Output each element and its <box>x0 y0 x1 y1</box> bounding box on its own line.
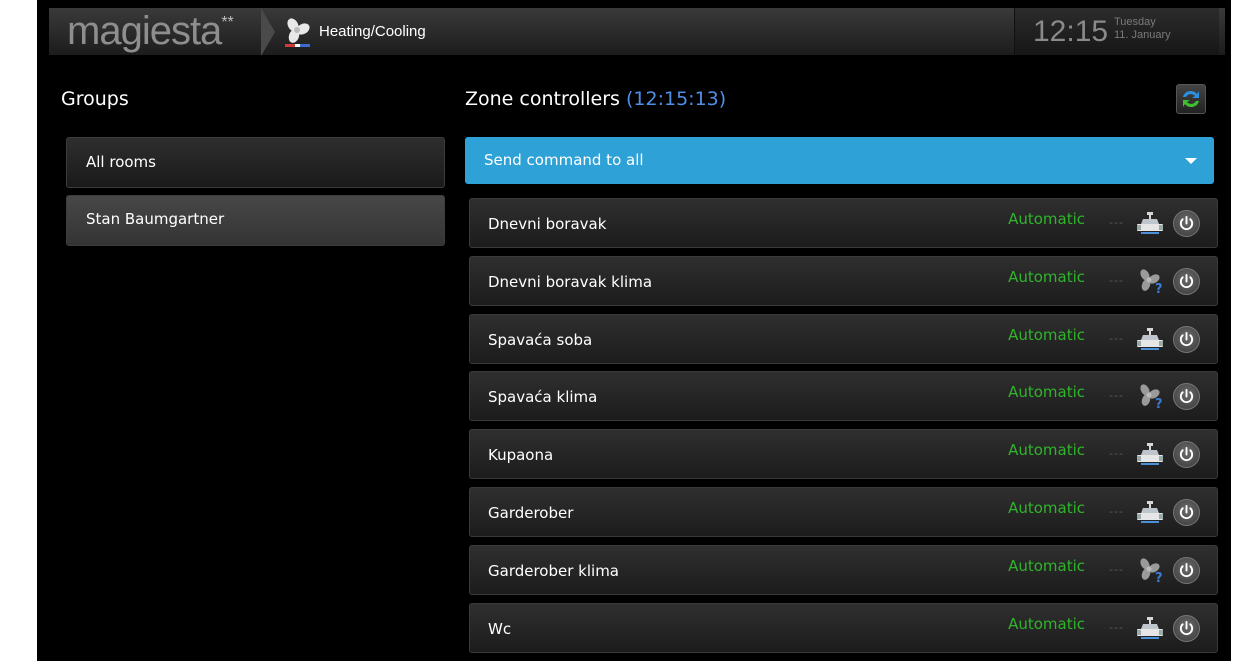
zone-row[interactable]: Spavaća soba Automatic --- <box>469 313 1218 364</box>
zone-row[interactable]: Garderober klima Automatic ---? <box>469 544 1218 595</box>
group-item-all-rooms[interactable]: All rooms <box>66 137 445 188</box>
svg-text:?: ? <box>1155 397 1163 409</box>
logo-text: magiesta <box>67 9 222 53</box>
zone-name: Spavaća klima <box>488 388 598 407</box>
power-button[interactable] <box>1173 210 1200 237</box>
zone-value-placeholder: --- <box>1109 216 1124 229</box>
zone-value-placeholder: --- <box>1109 389 1124 403</box>
svg-text:?: ? <box>1155 571 1163 583</box>
clock-day: Tuesday <box>1114 16 1156 28</box>
zone-row[interactable]: Kupaona Automatic --- <box>469 429 1218 480</box>
zone-value-placeholder: --- <box>1109 505 1124 518</box>
fan-unknown-icon[interactable]: ? <box>1135 268 1165 297</box>
zone-status[interactable]: Automatic <box>1008 440 1085 460</box>
breadcrumb-separator <box>261 8 275 56</box>
group-item-label: Stan Baumgartner <box>86 210 225 228</box>
zone-row[interactable]: Spavaća klima Automatic ---? <box>469 371 1218 422</box>
zone-row[interactable]: Dnevni boravak Automatic --- <box>469 198 1218 248</box>
group-item-stan-baumgartner[interactable]: Stan Baumgartner <box>66 195 445 246</box>
refresh-icon <box>1183 90 1199 108</box>
zone-value-placeholder: --- <box>1109 620 1124 634</box>
zone-name: Wc <box>488 619 512 638</box>
zone-status[interactable]: Automatic <box>1008 325 1085 345</box>
groups-title: Groups <box>61 88 129 110</box>
group-item-label: All rooms <box>86 153 156 171</box>
clock: 12:15 Tuesday 11. January <box>1014 8 1219 55</box>
send-all-label: Send command to all <box>484 151 644 169</box>
zone-name: Dnevni boravak <box>488 215 607 233</box>
zone-value-placeholder: --- <box>1109 447 1124 461</box>
zones-title: Zone controllers (12:15:13) <box>465 88 726 110</box>
fan-unknown-icon[interactable]: ? <box>1135 557 1165 586</box>
header-bar: magiesta** Heating/Cooling 12:15 Tuesday… <box>49 8 1225 56</box>
valve-icon[interactable] <box>1135 326 1165 352</box>
section-title: Heating/Cooling <box>319 23 426 40</box>
zone-status[interactable]: Automatic <box>1008 209 1085 229</box>
power-button[interactable] <box>1173 556 1200 584</box>
zone-value-placeholder: --- <box>1109 273 1124 287</box>
power-button[interactable] <box>1173 614 1200 642</box>
fan-unknown-icon[interactable]: ? <box>1135 383 1165 412</box>
zone-name: Dnevni boravak klima <box>488 272 653 291</box>
zone-name: Garderober klima <box>488 561 619 580</box>
zones-timestamp: (12:15:13) <box>626 88 727 110</box>
power-button[interactable] <box>1173 441 1200 469</box>
zone-row[interactable]: Dnevni boravak klima Automatic ---? <box>469 255 1218 306</box>
app-window: magiesta** Heating/Cooling 12:15 Tuesday… <box>37 0 1231 661</box>
fan-icon <box>285 18 310 47</box>
logo[interactable]: magiesta** <box>67 10 234 52</box>
valve-icon[interactable] <box>1135 499 1165 525</box>
caret-down-icon <box>1185 158 1197 164</box>
logo-stars: ** <box>221 14 234 31</box>
zone-value-placeholder: --- <box>1109 331 1124 345</box>
zone-status[interactable]: Automatic <box>1008 267 1085 287</box>
zone-status[interactable]: Automatic <box>1008 556 1085 576</box>
zone-name: Kupaona <box>488 446 554 465</box>
valve-icon[interactable] <box>1135 210 1165 236</box>
clock-time: 12:15 <box>1033 15 1109 48</box>
zone-status[interactable]: Automatic <box>1008 498 1085 518</box>
refresh-button[interactable] <box>1176 84 1206 114</box>
valve-icon[interactable] <box>1135 441 1165 467</box>
send-command-to-all-dropdown[interactable]: Send command to all <box>465 137 1214 184</box>
clock-date: 11. January <box>1114 29 1171 41</box>
valve-icon[interactable] <box>1135 615 1165 641</box>
power-button[interactable] <box>1173 325 1200 353</box>
svg-text:?: ? <box>1155 282 1163 294</box>
zone-value-placeholder: --- <box>1109 562 1124 576</box>
zone-row[interactable]: Wc Automatic --- <box>469 602 1218 653</box>
power-button[interactable] <box>1173 499 1200 526</box>
zone-name: Garderober <box>488 504 574 522</box>
power-button[interactable] <box>1173 267 1200 295</box>
zone-row[interactable]: Garderober Automatic --- <box>469 487 1218 537</box>
zones-title-text: Zone controllers <box>465 88 620 110</box>
zone-name: Spavaća soba <box>488 330 593 349</box>
power-button[interactable] <box>1173 383 1200 411</box>
zone-status[interactable]: Automatic <box>1008 382 1085 402</box>
zone-status[interactable]: Automatic <box>1008 614 1085 634</box>
